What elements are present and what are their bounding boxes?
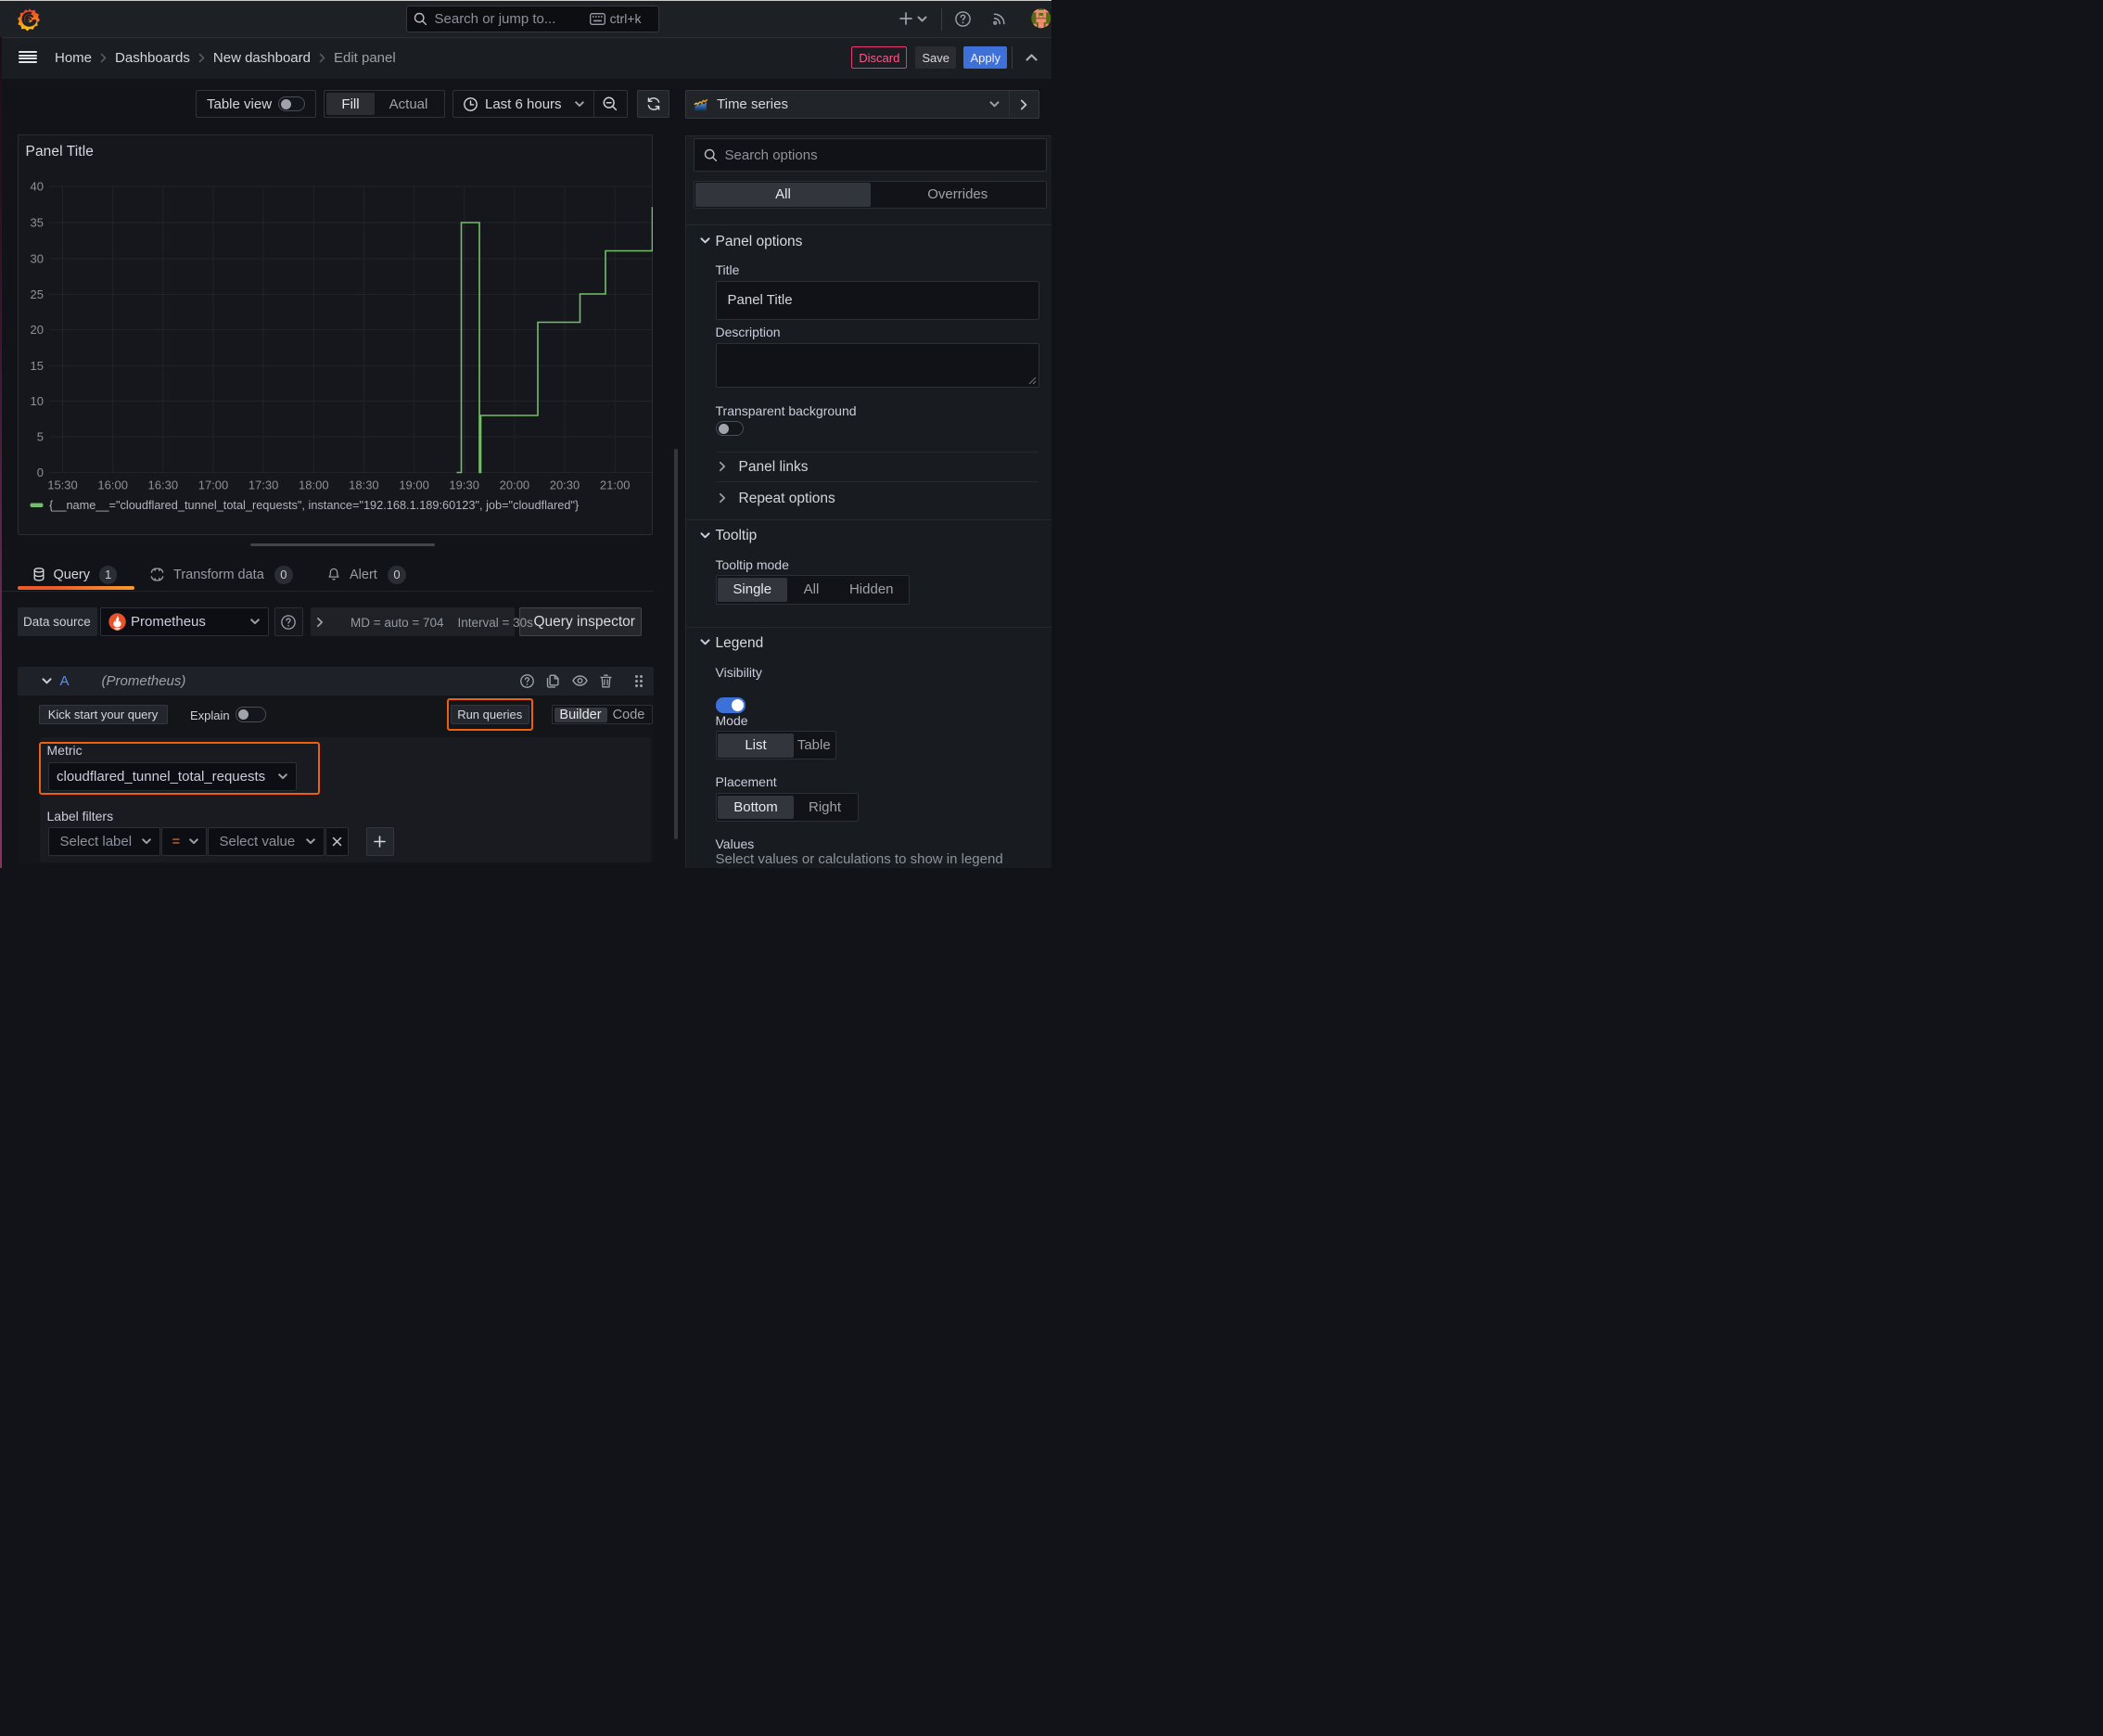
svg-text:{__name__="cloudflared_tunnel_: {__name__="cloudflared_tunnel_total_requ… <box>49 498 580 512</box>
svg-text:30: 30 <box>30 252 43 266</box>
svg-text:35: 35 <box>30 216 43 230</box>
svg-text:17:30: 17:30 <box>248 479 278 492</box>
svg-text:16:00: 16:00 <box>97 479 128 492</box>
svg-text:0: 0 <box>36 466 43 479</box>
svg-text:17:00: 17:00 <box>198 479 228 492</box>
svg-text:5: 5 <box>36 430 43 444</box>
svg-text:20: 20 <box>30 323 43 337</box>
svg-text:19:00: 19:00 <box>399 479 429 492</box>
svg-text:40: 40 <box>30 180 43 194</box>
svg-text:15: 15 <box>30 359 43 373</box>
svg-text:25: 25 <box>30 287 43 301</box>
svg-text:10: 10 <box>30 394 43 408</box>
svg-text:19:30: 19:30 <box>449 479 479 492</box>
svg-text:18:30: 18:30 <box>349 479 379 492</box>
svg-text:20:30: 20:30 <box>549 479 580 492</box>
svg-text:18:00: 18:00 <box>299 479 329 492</box>
svg-text:16:30: 16:30 <box>147 479 178 492</box>
svg-text:21:00: 21:00 <box>599 479 630 492</box>
svg-text:20:00: 20:00 <box>499 479 529 492</box>
svg-text:15:30: 15:30 <box>47 479 78 492</box>
